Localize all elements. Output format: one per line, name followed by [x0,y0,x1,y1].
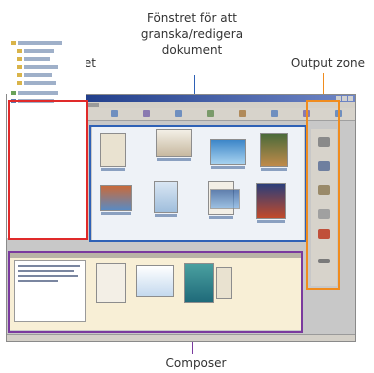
menu-item[interactable] [87,103,99,107]
folder-icon[interactable] [11,91,16,95]
toolbar-button[interactable] [175,110,182,117]
viewer-window-highlight [89,125,307,242]
toolbar-button[interactable] [271,110,278,117]
close-icon[interactable] [348,96,353,101]
toolbar-button[interactable] [111,110,118,117]
folder-icon[interactable] [17,49,22,53]
maximize-icon[interactable] [342,96,347,101]
tree-item[interactable] [18,91,58,95]
toolbar-button[interactable] [239,110,246,117]
folder-icon[interactable] [17,81,22,85]
tree-item[interactable] [24,57,50,61]
tree-item[interactable] [18,41,62,45]
viewer-label-line-3: dokument [161,43,223,57]
folder-icon[interactable] [17,65,22,69]
folder-icon[interactable] [11,41,16,45]
folder-icon[interactable] [17,57,22,61]
tree-item[interactable] [24,49,54,53]
tree-item[interactable] [24,73,52,77]
viewer-label-line-2: granska/redigera [140,27,244,41]
toolbar-button[interactable] [207,110,214,117]
folder-icon[interactable] [17,73,22,77]
viewer-label-line-1: Fönstret för att [146,11,238,25]
composer-label: Composer [165,356,227,370]
tree-item[interactable] [24,81,56,85]
composer-highlight [8,251,303,333]
toolbar-button[interactable] [143,110,150,117]
status-bar [7,334,355,341]
tree-item[interactable] [24,65,58,69]
output-zone-highlight [306,100,340,290]
viewer-window-label: Fönstret för att granska/redigera dokume… [126,10,258,58]
output-zone-label: Output zone [290,56,366,70]
folder-window-highlight [8,100,88,240]
